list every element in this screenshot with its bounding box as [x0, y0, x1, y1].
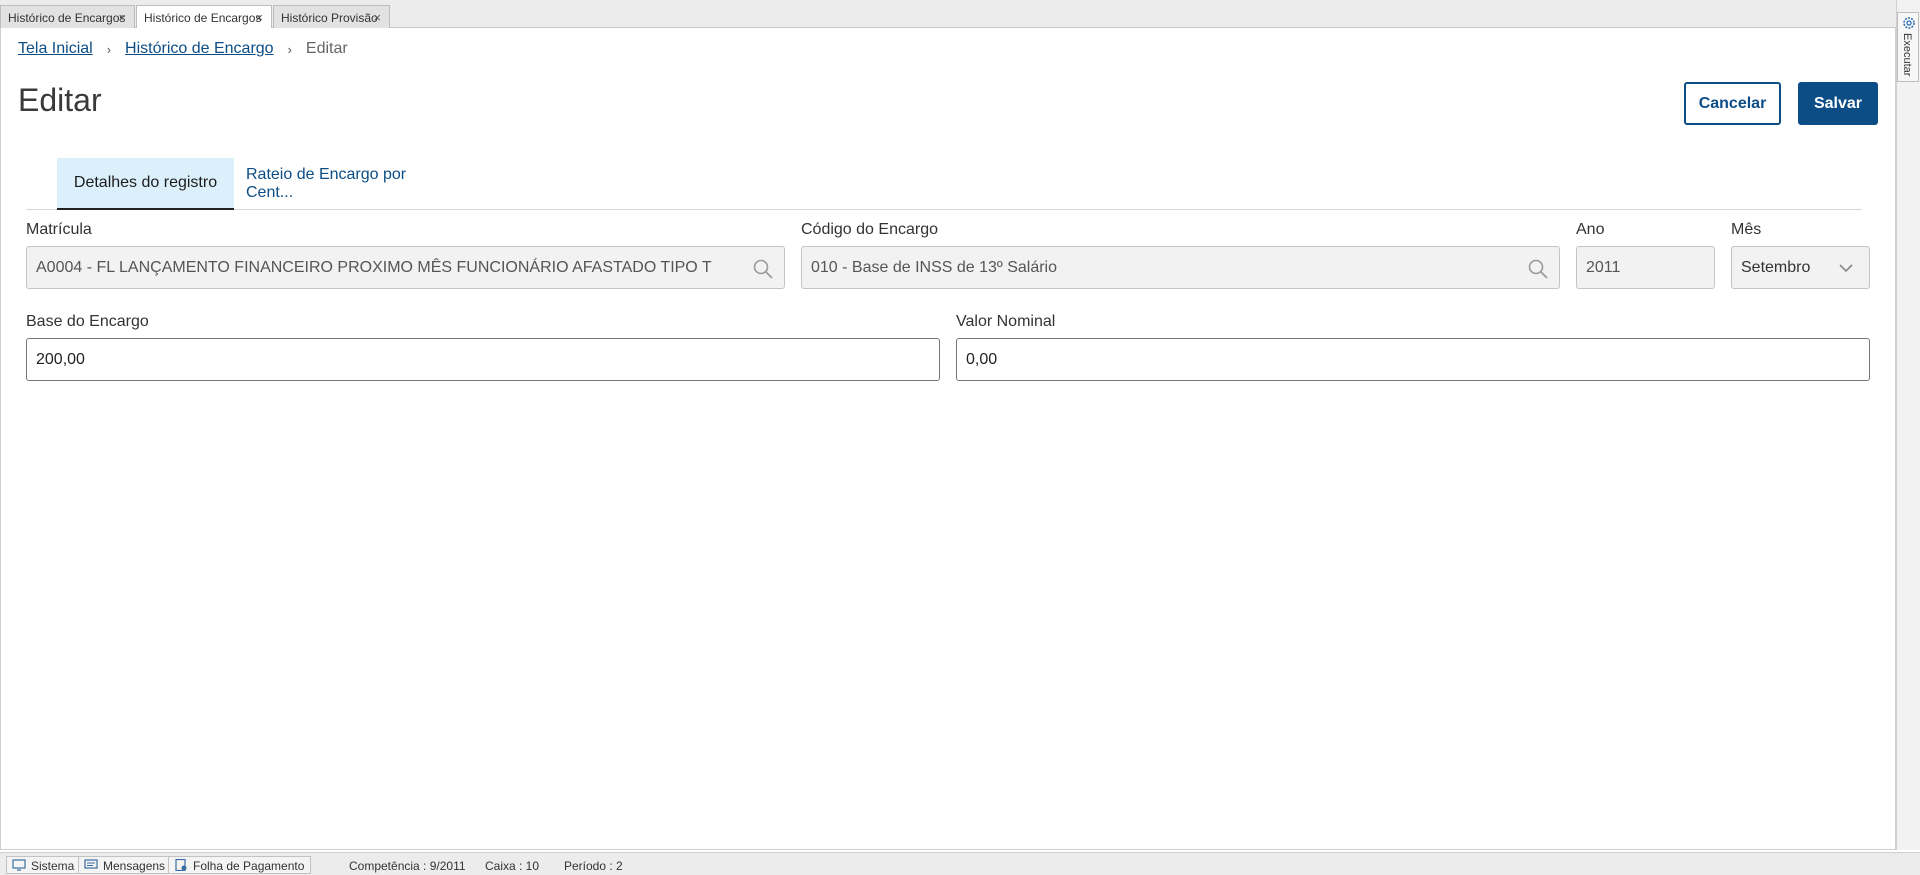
close-icon[interactable]: ×	[118, 10, 126, 25]
ano-field[interactable]: 2011	[1576, 246, 1715, 289]
page-title: Editar	[18, 82, 102, 118]
codigo-encargo-field[interactable]: 010 - Base de INSS de 13º Salário	[801, 246, 1560, 289]
monitor-icon	[12, 859, 26, 871]
chevron-down-icon	[1839, 264, 1853, 273]
matricula-field[interactable]: A0004 - FL LANÇAMENTO FINANCEIRO PROXIMO…	[26, 246, 785, 289]
ano-label: Ano	[1576, 221, 1605, 238]
doc-tab-label: Histórico de Encargos	[8, 11, 126, 25]
chevron-right-icon: ›	[106, 41, 112, 57]
document-icon	[175, 859, 187, 871]
valor-nominal-input[interactable]: 0,00	[956, 338, 1870, 381]
status-periodo: Período : 2	[564, 859, 623, 873]
status-folha-button[interactable]: Folha de Pagamento	[168, 856, 312, 874]
matricula-label: Matrícula	[26, 221, 92, 238]
status-folha-label: Folha de Pagamento	[193, 859, 305, 873]
valor-nominal-label: Valor Nominal	[956, 313, 1056, 330]
base-encargo-input[interactable]: 200,00	[26, 338, 940, 381]
document-tab-bar: Histórico de Encargos × Histórico de Enc…	[0, 0, 1920, 29]
executar-label: Executar	[1901, 33, 1913, 77]
status-caixa: Caixa : 10	[485, 859, 540, 873]
tab-detalhes-do-registro[interactable]: Detalhes do registro	[57, 158, 234, 210]
matricula-value: A0004 - FL LANÇAMENTO FINANCEIRO PROXIMO…	[36, 258, 712, 276]
valor-nominal-value: 0,00	[966, 350, 998, 368]
doc-tab-historico-encargos-2[interactable]: Histórico de Encargos ×	[136, 5, 272, 29]
side-panel-strip	[1896, 0, 1920, 850]
base-encargo-label: Base do Encargo	[26, 313, 149, 330]
mes-label: Mês	[1731, 221, 1762, 238]
status-mensagens-button[interactable]: Mensagens	[78, 856, 173, 874]
doc-tab-historico-encargos-1[interactable]: Histórico de Encargos ×	[0, 5, 135, 28]
search-icon[interactable]	[1527, 258, 1549, 280]
executar-button[interactable]: Executar	[1897, 12, 1919, 82]
breadcrumb: Tela Inicial › Histórico de Encargo › Ed…	[18, 40, 348, 58]
tab-rateio-de-encargo[interactable]: Rateio de Encargo por Cent...	[246, 158, 446, 210]
ano-value: 2011	[1586, 258, 1621, 276]
codigo-encargo-label: Código do Encargo	[801, 221, 938, 238]
status-sistema-button[interactable]: Sistema	[6, 856, 82, 874]
chevron-right-icon: ›	[287, 41, 292, 57]
doc-tab-historico-provisao[interactable]: Histórico Provisão ×	[273, 5, 390, 28]
close-icon[interactable]: ×	[373, 10, 381, 25]
status-competencia: Competência : 9/2011	[349, 859, 466, 873]
tab-bar: Detalhes do registro Rateio de Encargo p…	[26, 158, 1862, 210]
message-icon	[84, 859, 98, 869]
status-mensagens-label: Mensagens	[103, 859, 166, 873]
breadcrumb-home-link[interactable]: Tela Inicial	[18, 40, 93, 58]
mes-value: Setembro	[1741, 258, 1811, 276]
main-content	[0, 28, 1896, 850]
gear-icon	[1903, 17, 1915, 29]
save-button[interactable]: Salvar	[1798, 82, 1878, 125]
codigo-encargo-value: 010 - Base de INSS de 13º Salário	[811, 258, 1057, 276]
status-bar: Sistema Mensagens Folha de Pagamento Com…	[0, 852, 1920, 875]
cancel-button[interactable]: Cancelar	[1684, 82, 1781, 125]
close-icon[interactable]: ×	[255, 10, 263, 25]
base-encargo-value: 200,00	[36, 350, 85, 368]
breadcrumb-parent-link[interactable]: Histórico de Encargo	[125, 40, 274, 58]
doc-tab-label: Histórico Provisão	[281, 11, 378, 25]
search-icon[interactable]	[752, 258, 774, 280]
mes-select[interactable]: Setembro	[1731, 246, 1870, 289]
breadcrumb-current: Editar	[305, 40, 348, 57]
doc-tab-label: Histórico de Encargos	[144, 11, 262, 25]
status-sistema-label: Sistema	[31, 859, 75, 873]
